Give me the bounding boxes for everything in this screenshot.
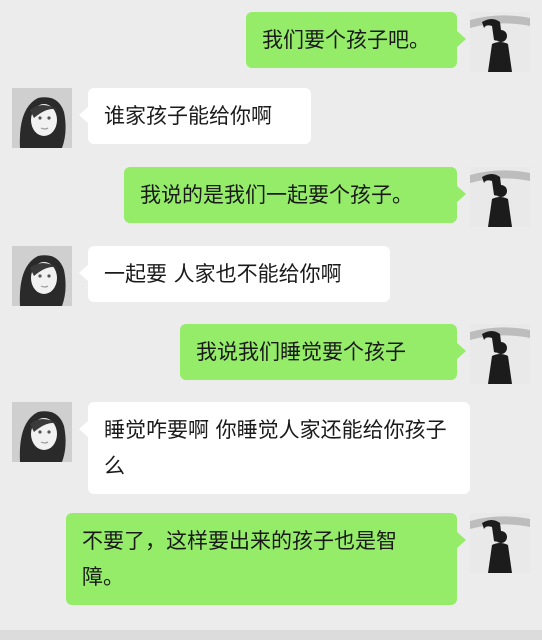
silhouette-avatar-icon — [470, 513, 530, 573]
message-bubble-me[interactable]: 不要了，这样要出来的孩子也是智障。 — [66, 513, 466, 605]
message-text: 谁家孩子能给你啊 — [104, 104, 272, 128]
message-text: 我说我们睡觉要个孩子 — [196, 340, 406, 364]
contact-avatar[interactable] — [12, 402, 72, 462]
message-bubble-them[interactable]: 睡觉咋要啊 你睡觉人家还能给你孩子么 — [79, 402, 470, 494]
silhouette-avatar-icon — [470, 167, 530, 227]
message-bubble-me[interactable]: 我说的是我们一起要个孩子。 — [124, 167, 466, 223]
contact-avatar[interactable] — [12, 246, 72, 306]
my-avatar[interactable] — [470, 513, 530, 573]
message-bubble-them[interactable]: 谁家孩子能给你啊 — [79, 88, 311, 144]
message-bubble-me[interactable]: 我们要个孩子吧。 — [246, 12, 466, 68]
message-text: 我们要个孩子吧。 — [262, 28, 430, 52]
my-avatar[interactable] — [470, 324, 530, 384]
message-text: 我说的是我们一起要个孩子。 — [140, 183, 413, 207]
chat-window: 我们要个孩子吧。 谁家孩子能给你啊 我说的是我们一起要个孩子。 一起要 人家也不… — [0, 0, 542, 640]
silhouette-avatar-icon — [470, 324, 530, 384]
silhouette-avatar-icon — [470, 12, 530, 72]
message-text: 一起要 人家也不能给你啊 — [104, 262, 342, 286]
girl-portrait-avatar-icon — [12, 402, 72, 462]
bottom-edge — [0, 630, 542, 640]
girl-portrait-avatar-icon — [12, 88, 72, 148]
message-text: 睡觉咋要啊 你睡觉人家还能给你孩子么 — [104, 418, 447, 478]
girl-portrait-avatar-icon — [12, 246, 72, 306]
contact-avatar[interactable] — [12, 88, 72, 148]
message-bubble-me[interactable]: 我说我们睡觉要个孩子 — [180, 324, 466, 380]
message-bubble-them[interactable]: 一起要 人家也不能给你啊 — [79, 246, 390, 302]
message-text: 不要了，这样要出来的孩子也是智障。 — [82, 529, 397, 589]
my-avatar[interactable] — [470, 167, 530, 227]
my-avatar[interactable] — [470, 12, 530, 72]
